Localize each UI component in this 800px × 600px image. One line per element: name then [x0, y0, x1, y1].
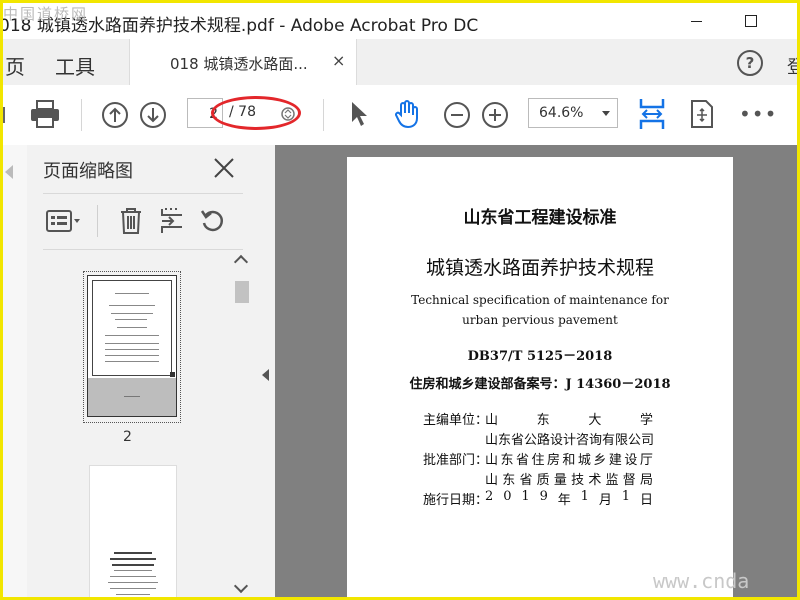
- toolbar-edge-icon: [3, 107, 5, 123]
- thumbnail-footer: [88, 378, 176, 416]
- tab-close-icon[interactable]: ×: [332, 51, 345, 70]
- more-options-icon[interactable]: •••: [739, 104, 777, 124]
- editor-org-2: 山东省公路设计咨询有限公司: [485, 433, 655, 448]
- chevron-down-icon[interactable]: [602, 111, 610, 116]
- editor-label: 主编单位：: [423, 413, 489, 428]
- divider: [97, 205, 98, 237]
- resize-handle[interactable]: [170, 372, 175, 377]
- maximize-button[interactable]: [738, 9, 766, 33]
- print-icon[interactable]: [29, 99, 61, 129]
- hand-tool-icon[interactable]: [393, 99, 421, 129]
- toolbar-separator: [81, 99, 82, 131]
- thumbnail-content: [92, 280, 172, 376]
- panel-collapse-strip[interactable]: [257, 145, 275, 597]
- signin-link[interactable]: 登: [787, 53, 797, 79]
- toolbar: 2 / 78 64.6% •••: [3, 85, 797, 146]
- collapse-arrow-icon[interactable]: [262, 369, 269, 381]
- scroll-down-icon[interactable]: [233, 578, 249, 594]
- menu-home[interactable]: 页: [5, 51, 25, 80]
- help-icon[interactable]: ?: [737, 50, 763, 76]
- effective-date: 2019年1月1日: [485, 489, 653, 508]
- zoom-out-icon[interactable]: [443, 101, 471, 129]
- zoom-in-icon[interactable]: [481, 101, 509, 129]
- previous-page-icon[interactable]: [101, 101, 129, 129]
- editor-org-1: 山东大学: [485, 413, 653, 428]
- document-title: 城镇透水路面养护技术规程: [425, 257, 654, 279]
- close-icon[interactable]: [213, 157, 235, 179]
- next-page-icon[interactable]: [139, 101, 167, 129]
- pdf-page: 山东省工程建设标准 城镇透水路面养护技术规程 Technical specifi…: [347, 157, 733, 597]
- thumbnail-page-2[interactable]: [87, 275, 177, 417]
- panel-title: 页面缩略图: [43, 161, 133, 182]
- standard-heading: 山东省工程建设标准: [463, 208, 617, 228]
- approver-org-1: 山东省住房和城乡建设厅: [485, 453, 653, 468]
- navigation-strip: [3, 145, 28, 597]
- approver-label: 批准部门：: [423, 453, 489, 468]
- nav-pointer-icon: [5, 165, 13, 179]
- thumbnail-list: 2: [27, 251, 231, 597]
- scrollbar-thumb[interactable]: [235, 281, 249, 303]
- title-bar: 018 城镇透水路面养护技术规程.pdf - Adobe Acrobat Pro…: [3, 3, 797, 39]
- divider: [43, 193, 243, 194]
- page-tools-icon[interactable]: [689, 99, 715, 129]
- thumbnail-page-number: 2: [123, 429, 132, 445]
- approver-org-2: 山东省质量技术监督局: [485, 473, 653, 488]
- menu-tools[interactable]: 工具: [55, 51, 95, 80]
- document-tab-label: 018 城镇透水路面...: [170, 55, 308, 73]
- thumbnail-page-3[interactable]: [89, 465, 177, 597]
- divider: [43, 249, 243, 250]
- english-title-line2: urban pervious pavement: [462, 313, 618, 327]
- rotate-icon[interactable]: [199, 207, 227, 235]
- scroll-up-icon[interactable]: [233, 254, 249, 270]
- effective-date-label: 施行日期：: [423, 493, 489, 508]
- standard-code: DB37/T 5125－2018: [467, 349, 613, 364]
- tab-row: 页 工具 018 城镇透水路面... × ? 登: [3, 39, 797, 86]
- red-highlight-annotation: [211, 96, 301, 130]
- trash-icon[interactable]: [119, 207, 143, 235]
- app-window: 018 城镇透水路面养护技术规程.pdf - Adobe Acrobat Pro…: [0, 0, 800, 600]
- record-number: 住房和城乡建设部备案号：J 14360－2018: [409, 377, 671, 392]
- toolbar-separator: [323, 99, 324, 131]
- select-cursor-icon[interactable]: [349, 100, 369, 128]
- thumbnail-panel: 页面缩略图 2: [27, 145, 257, 597]
- document-area[interactable]: 山东省工程建设标准 城镇透水路面养护技术规程 Technical specifi…: [275, 145, 797, 597]
- thumbnail-options-icon[interactable]: [45, 209, 83, 233]
- watermark-bottom: www.cnda: [653, 569, 750, 593]
- english-title-line1: Technical specification of maintenance f…: [411, 293, 669, 307]
- fit-width-icon[interactable]: [637, 97, 667, 131]
- panel-toolbar: [27, 195, 257, 247]
- watermark-top: 中国道桥网: [3, 5, 89, 23]
- insert-page-icon[interactable]: [159, 207, 185, 235]
- thumbnail-scrollbar[interactable]: [231, 251, 251, 597]
- document-tab[interactable]: 018 城镇透水路面... ×: [129, 39, 357, 85]
- minimize-button[interactable]: [683, 9, 711, 33]
